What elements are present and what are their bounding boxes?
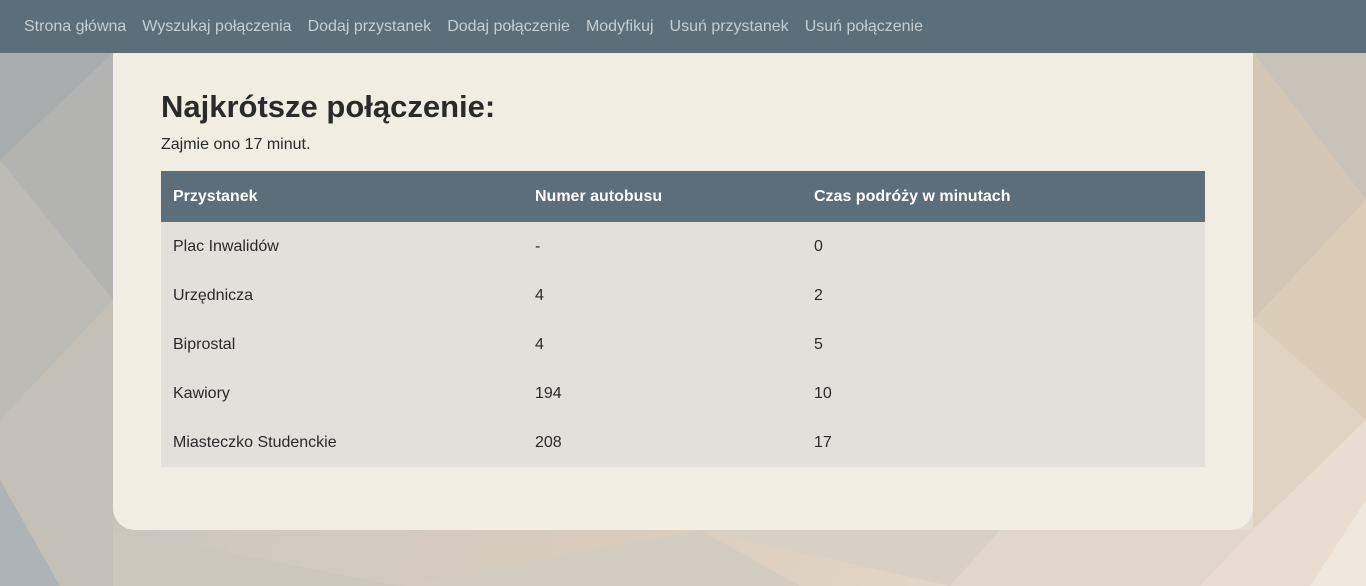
nav-remove-stop-link[interactable]: Usuń przystanek [670, 18, 789, 36]
page-title: Najkrótsze połączenie: [161, 89, 496, 124]
table-row: Urzędnicza 4 2 [161, 271, 1205, 320]
nav-home-link[interactable]: Strona główna [24, 18, 126, 36]
nav-modify-link[interactable]: Modyfikuj [586, 18, 654, 36]
table-row: Biprostal 4 5 [161, 320, 1205, 369]
cell-stop: Kawiory [173, 384, 230, 402]
cell-bus-number: 208 [535, 433, 562, 451]
cell-stop: Urzędnicza [173, 286, 254, 304]
cell-bus-number: 194 [535, 384, 562, 402]
cell-travel-time: 5 [814, 335, 823, 353]
cell-travel-time: 17 [814, 433, 832, 451]
table-row: Miasteczko Studenckie 208 17 [161, 418, 1205, 467]
cell-stop: Biprostal [173, 335, 236, 353]
table-header-row: Przystanek Numer autobusu Czas podróży w… [161, 171, 1205, 222]
nav-add-stop-link[interactable]: Dodaj przystanek [308, 18, 432, 36]
nav-search-connections-link[interactable]: Wyszukaj połączenia [142, 18, 291, 36]
header-bus-number: Numer autobusu [535, 187, 663, 205]
table-row: Plac Inwalidów - 0 [161, 222, 1205, 271]
cell-stop: Miasteczko Studenckie [173, 433, 337, 451]
cell-bus-number: 4 [535, 335, 544, 353]
cell-bus-number: 4 [535, 286, 544, 304]
nav-remove-connection-link[interactable]: Usuń połączenie [805, 18, 923, 36]
cell-travel-time: 0 [814, 237, 823, 255]
cell-travel-time: 2 [814, 286, 823, 304]
header-stop: Przystanek [173, 187, 258, 205]
cell-stop: Plac Inwalidów [173, 237, 279, 255]
duration-summary: Zajmie ono 17 minut. [161, 136, 311, 153]
header-travel-time: Czas podróży w minutach [814, 187, 1011, 205]
top-navbar: Strona główna Wyszukaj połączenia Dodaj … [0, 0, 1366, 53]
table-row: Kawiory 194 10 [161, 369, 1205, 418]
route-table: Przystanek Numer autobusu Czas podróży w… [161, 171, 1205, 467]
result-card: Najkrótsze połączenie: Zajmie ono 17 min… [113, 53, 1253, 530]
nav-add-connection-link[interactable]: Dodaj połączenie [447, 18, 570, 36]
cell-travel-time: 10 [814, 384, 832, 402]
cell-bus-number: - [535, 237, 541, 255]
